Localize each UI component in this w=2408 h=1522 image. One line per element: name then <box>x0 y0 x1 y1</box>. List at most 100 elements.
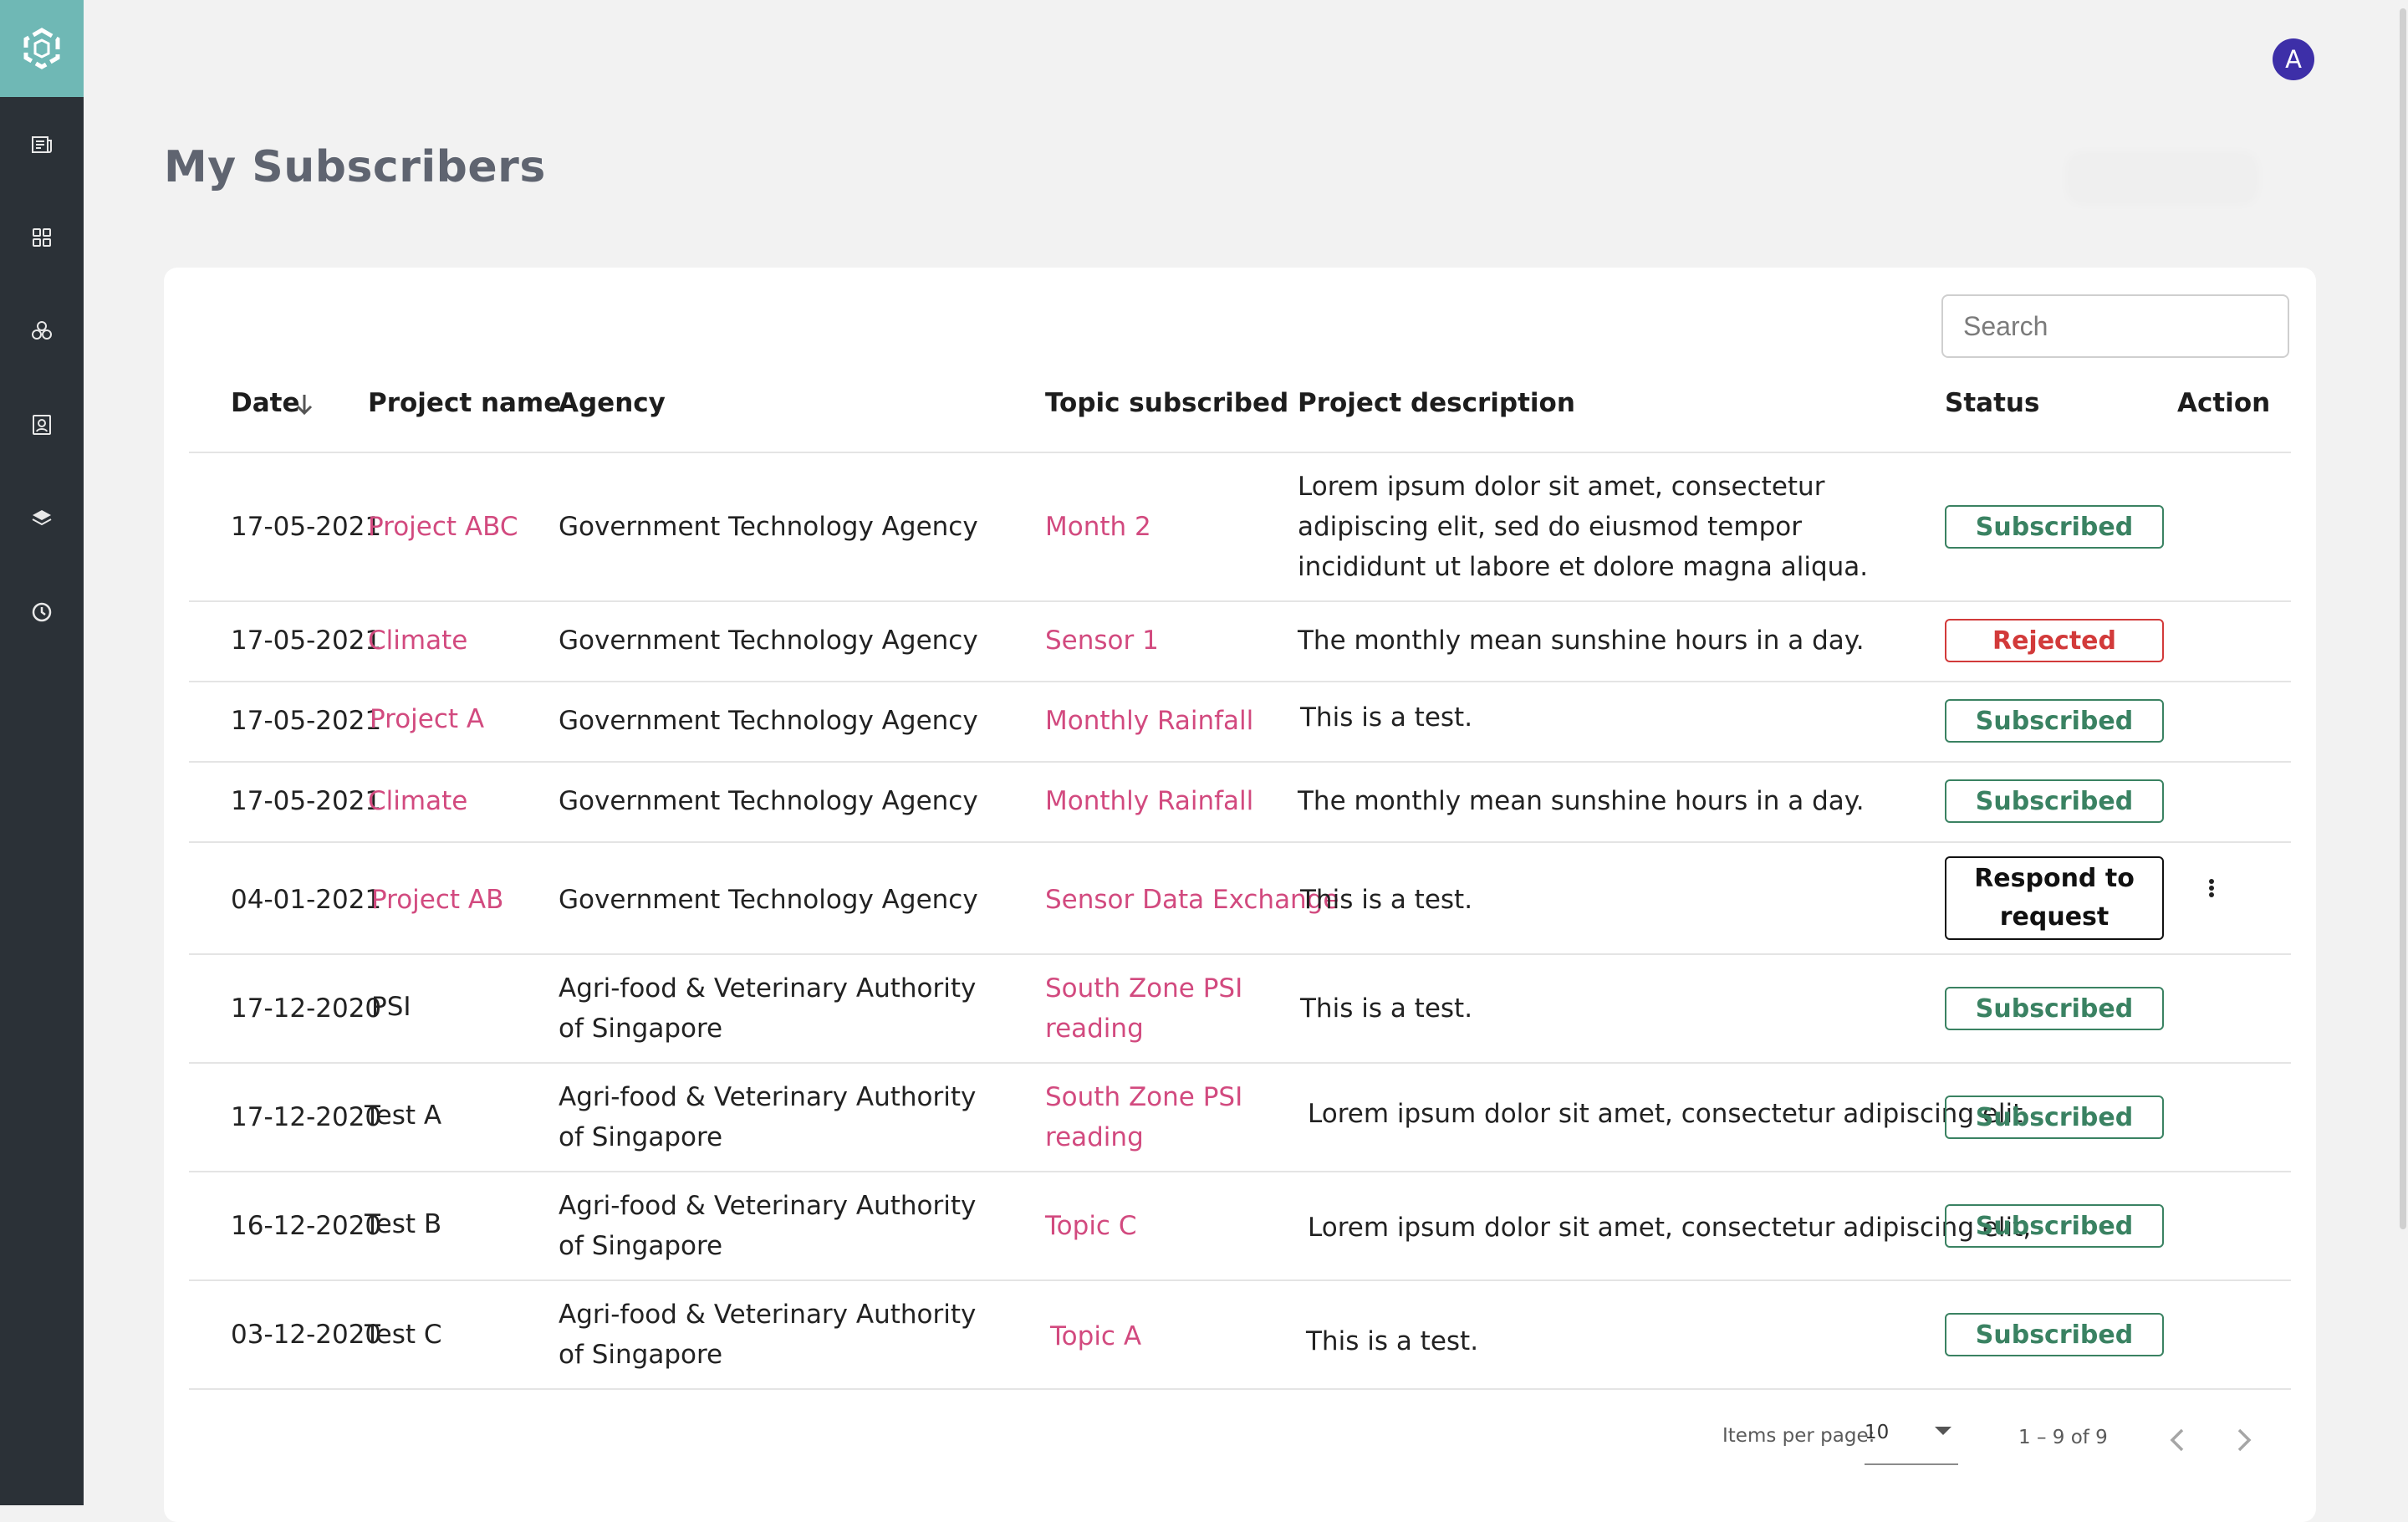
sort-descending-icon[interactable] <box>294 391 314 418</box>
nav-item-dashboard[interactable] <box>0 212 84 263</box>
column-header-project-name: Project name <box>368 388 562 418</box>
items-per-page-value: 10 <box>1865 1422 1890 1443</box>
topic-link[interactable]: South Zone PSI reading <box>1045 1077 1263 1157</box>
topic-link[interactable]: Sensor 1 <box>1045 621 1159 661</box>
row-divider <box>189 841 2291 843</box>
cell-agency: Government Technology Agency <box>559 786 978 816</box>
cell-date: 04-01-2021 <box>231 885 382 915</box>
cell-description: This is a test. <box>1306 1326 1479 1356</box>
logo-icon <box>23 28 60 69</box>
nav-item-contacts[interactable] <box>0 400 84 450</box>
row-divider <box>189 1388 2291 1390</box>
cell-date: 17-05-2021 <box>231 786 382 816</box>
status-badge[interactable]: Subscribed <box>1945 699 2164 743</box>
previous-page-button[interactable] <box>2162 1425 2192 1455</box>
nav-item-subscriptions[interactable] <box>0 120 84 170</box>
row-divider <box>189 761 2291 763</box>
nav-item-history[interactable] <box>0 587 84 637</box>
cell-description: Lorem ipsum dolor sit amet, consectetur … <box>1308 1099 2023 1129</box>
cell-agency: Agri-food & Veterinary Authority of Sing… <box>559 973 977 1044</box>
next-page-button[interactable] <box>2229 1425 2259 1455</box>
scrollbar-thumb[interactable] <box>2400 8 2406 1229</box>
cell-agency: Agri-food & Veterinary Authority of Sing… <box>559 1082 977 1152</box>
project-link[interactable]: Project ABC <box>368 507 518 547</box>
chevron-left-icon <box>2170 1428 2184 1452</box>
cell-date: 17-12-2020 <box>231 993 382 1024</box>
status-badge[interactable]: Subscribed <box>1945 1313 2164 1356</box>
topic-link[interactable]: Monthly Rainfall <box>1045 781 1253 821</box>
cell-agency: Agri-food & Veterinary Authority of Sing… <box>559 1300 977 1370</box>
project-link[interactable]: Project A <box>370 699 484 739</box>
status-badge[interactable]: Subscribed <box>1945 779 2164 823</box>
more-options-icon[interactable] <box>2199 875 2224 901</box>
column-header-date[interactable]: Date <box>231 388 300 418</box>
topic-link[interactable]: South Zone PSI reading <box>1045 968 1263 1049</box>
project-link[interactable]: Climate <box>368 781 467 821</box>
nav-item-network[interactable] <box>0 306 84 356</box>
column-header-action: Action <box>2177 388 2271 418</box>
cell-description: The monthly mean sunshine hours in a day… <box>1298 626 1865 656</box>
status-badge[interactable]: Subscribed <box>1945 1204 2164 1248</box>
user-avatar[interactable]: A <box>2273 38 2314 80</box>
topic-link[interactable]: Month 2 <box>1045 507 1151 547</box>
header-action-button[interactable] <box>2070 156 2254 201</box>
chevron-right-icon <box>2237 1428 2252 1452</box>
topic-link[interactable]: Topic C <box>1045 1206 1136 1246</box>
cell-description: Lorem ipsum dolor sit amet, consectetur … <box>1298 472 1869 582</box>
cell-project-name: Test A <box>365 1101 442 1131</box>
respond-to-request-button[interactable]: Respond to request <box>1945 856 2164 940</box>
cell-description: This is a test. <box>1300 702 1473 733</box>
row-divider <box>189 600 2291 602</box>
cell-agency: Government Technology Agency <box>559 626 978 656</box>
column-header-agency: Agency <box>559 388 666 418</box>
row-divider <box>189 1062 2291 1064</box>
nav-item-layers[interactable] <box>0 493 84 544</box>
circles-cluster-icon <box>32 321 52 340</box>
status-badge[interactable]: Subscribed <box>1945 987 2164 1030</box>
cell-description: This is a test. <box>1300 993 1473 1024</box>
cell-project-name: Test B <box>365 1209 442 1239</box>
row-divider <box>189 1279 2291 1281</box>
cell-date: 17-12-2020 <box>231 1102 382 1132</box>
cell-date: 03-12-2020 <box>231 1320 382 1350</box>
grid-icon <box>33 228 51 247</box>
contact-card-icon <box>33 415 51 435</box>
row-divider <box>189 953 2291 955</box>
search-input[interactable] <box>1941 294 2289 358</box>
sidebar <box>0 0 84 1505</box>
column-header-description: Project description <box>1298 388 1575 418</box>
status-badge[interactable]: Rejected <box>1945 619 2164 662</box>
cell-project-name: PSI <box>371 992 411 1022</box>
app-logo[interactable] <box>0 0 84 97</box>
cell-agency: Government Technology Agency <box>559 512 978 542</box>
topic-link[interactable]: Monthly Rainfall <box>1045 701 1253 741</box>
row-divider <box>189 1171 2291 1172</box>
items-per-page-select[interactable]: 10 <box>1865 1417 1958 1465</box>
pagination-range: 1 – 9 of 9 <box>2018 1427 2108 1448</box>
cell-project-name: Test C <box>365 1320 442 1350</box>
dropdown-caret-icon <box>1935 1427 1951 1435</box>
cell-description: The monthly mean sunshine hours in a day… <box>1298 786 1865 816</box>
status-badge[interactable]: Subscribed <box>1945 505 2164 549</box>
project-link[interactable]: Climate <box>368 621 467 661</box>
cell-agency: Government Technology Agency <box>559 885 978 915</box>
project-link[interactable]: Project AB <box>371 880 503 920</box>
cell-agency: Agri-food & Veterinary Authority of Sing… <box>559 1191 977 1261</box>
topic-link[interactable]: Topic A <box>1050 1316 1141 1356</box>
column-header-status: Status <box>1945 388 2040 418</box>
layers-icon <box>32 510 52 526</box>
cell-date: 17-05-2021 <box>231 512 382 542</box>
status-badge[interactable]: Subscribed <box>1945 1096 2164 1139</box>
cell-date: 17-05-2021 <box>231 626 382 656</box>
page-scrollbar[interactable] <box>2398 0 2408 1505</box>
items-per-page-label: Items per page: <box>1722 1425 1875 1447</box>
cell-agency: Government Technology Agency <box>559 706 978 736</box>
cell-description: This is a test. <box>1300 885 1473 915</box>
topic-link[interactable]: Sensor Data Exchange <box>1045 880 1339 920</box>
page-title: My Subscribers <box>164 142 546 192</box>
cell-date: 16-12-2020 <box>231 1211 382 1241</box>
clock-icon <box>32 602 52 622</box>
header-divider <box>189 452 2291 453</box>
cell-date: 17-05-2021 <box>231 706 382 736</box>
cell-description: Lorem ipsum dolor sit amet, consectetur … <box>1308 1213 2032 1243</box>
